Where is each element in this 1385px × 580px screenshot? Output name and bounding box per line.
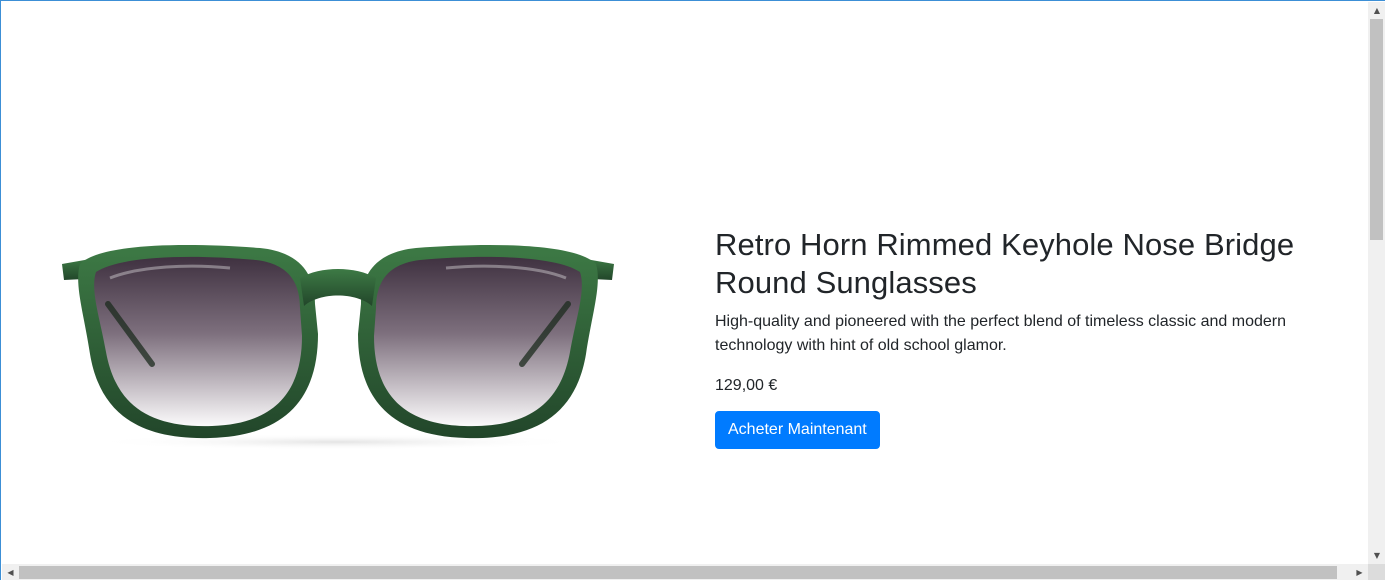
product-description: High-quality and pioneered with the perf… bbox=[715, 313, 1286, 354]
horizontal-scrollbar[interactable]: ◀ ▶ bbox=[2, 564, 1368, 580]
vertical-scrollbar[interactable]: ▲ ▼ bbox=[1368, 2, 1385, 564]
sunglasses-image bbox=[60, 234, 616, 454]
scroll-left-icon[interactable]: ◀ bbox=[2, 564, 19, 580]
product-info: Retro Horn Rimmed Keyhole Nose Bridge Ro… bbox=[715, 226, 1335, 449]
buy-now-button[interactable]: Acheter Maintenant bbox=[715, 411, 880, 449]
scroll-up-icon[interactable]: ▲ bbox=[1368, 2, 1385, 19]
horizontal-scroll-thumb[interactable] bbox=[19, 566, 1337, 579]
scrollbar-corner bbox=[1368, 564, 1385, 580]
vertical-scroll-thumb[interactable] bbox=[1370, 19, 1383, 240]
browser-frame: Retro Horn Rimmed Keyhole Nose Bridge Ro… bbox=[0, 0, 1385, 580]
scroll-down-icon[interactable]: ▼ bbox=[1368, 547, 1385, 564]
page-viewport: Retro Horn Rimmed Keyhole Nose Bridge Ro… bbox=[2, 2, 1368, 564]
product-price: 129,00 € bbox=[715, 377, 778, 394]
scroll-right-icon[interactable]: ▶ bbox=[1351, 564, 1368, 580]
product-title: Retro Horn Rimmed Keyhole Nose Bridge Ro… bbox=[715, 227, 1295, 300]
